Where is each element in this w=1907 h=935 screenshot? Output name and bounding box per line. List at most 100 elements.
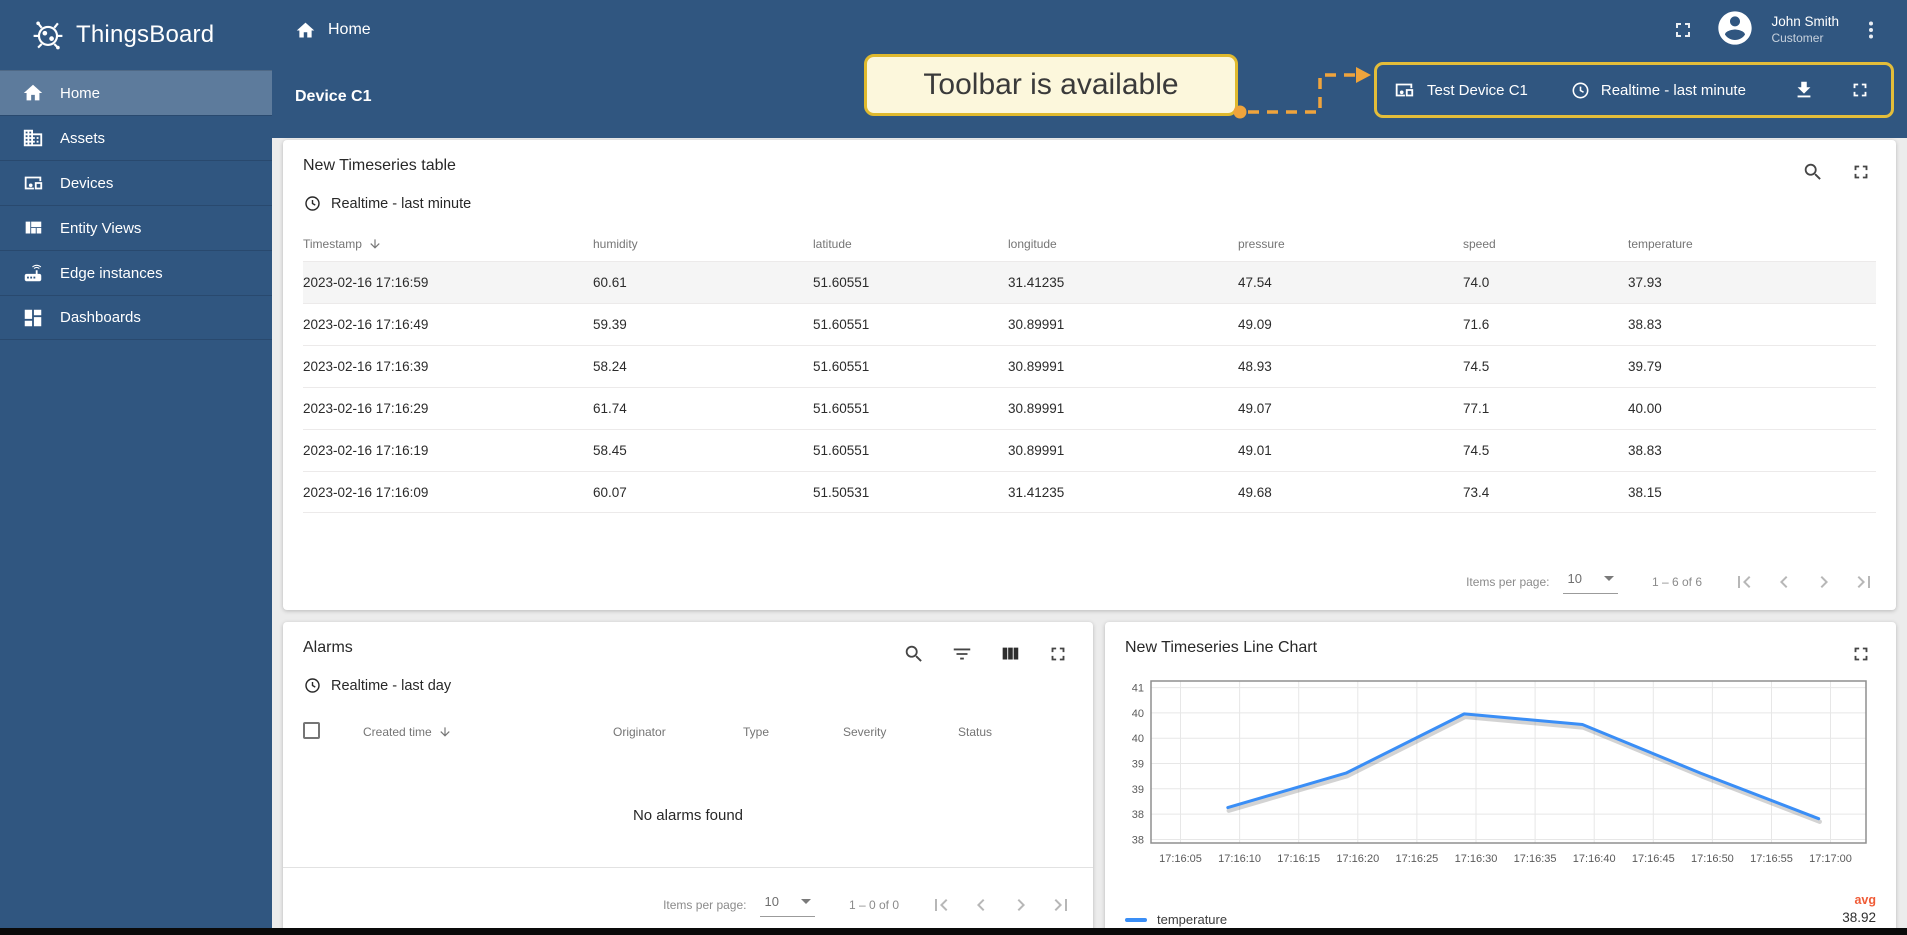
- widget-timewindow[interactable]: Realtime - last minute: [283, 187, 1896, 213]
- next-page-button[interactable]: [1812, 570, 1836, 594]
- fullscreen-icon: [1850, 643, 1872, 665]
- cell-temperature: 38.83: [1628, 317, 1876, 332]
- page-range-label: 1 – 0 of 0: [849, 898, 899, 912]
- column-header-longitude[interactable]: longitude: [1008, 237, 1238, 251]
- svg-text:38: 38: [1132, 835, 1144, 847]
- fullscreen-icon: [1047, 643, 1069, 665]
- svg-text:17:16:35: 17:16:35: [1514, 853, 1557, 865]
- svg-text:17:16:10: 17:16:10: [1218, 853, 1261, 865]
- sidebar-item-assets[interactable]: Assets: [0, 115, 272, 160]
- cell-longitude: 30.89991: [1008, 317, 1238, 332]
- widget-fullscreen-button[interactable]: [1043, 639, 1073, 669]
- widget-timewindow[interactable]: Realtime - last day: [283, 669, 1093, 695]
- previous-page-button[interactable]: [969, 893, 993, 917]
- cell-temperature: 37.93: [1628, 275, 1876, 290]
- download-icon: [1793, 79, 1815, 101]
- table-row[interactable]: 2023-02-16 17:16:1958.4551.6055130.89991…: [303, 429, 1876, 471]
- select-all-checkbox[interactable]: [303, 722, 320, 739]
- svg-text:38: 38: [1132, 809, 1144, 821]
- last-page-button[interactable]: [1852, 570, 1876, 594]
- cell-longitude: 30.89991: [1008, 401, 1238, 416]
- table-row[interactable]: 2023-02-16 17:16:4959.3951.6055130.89991…: [303, 303, 1876, 345]
- column-header-humidity[interactable]: humidity: [593, 237, 813, 251]
- breadcrumb[interactable]: Home: [295, 20, 371, 41]
- alarm-filter-button[interactable]: [947, 639, 977, 669]
- sidebar-item-label: Assets: [60, 130, 105, 147]
- widget-fullscreen-button[interactable]: [1846, 639, 1876, 669]
- column-header-status[interactable]: Status: [958, 725, 1073, 739]
- thingsboard-logo[interactable]: ThingsBoard: [0, 0, 272, 70]
- first-page-button[interactable]: [929, 893, 953, 917]
- timewindow-button[interactable]: Realtime - last minute: [1570, 80, 1746, 101]
- table-row[interactable]: 2023-02-16 17:16:3958.2451.6055130.89991…: [303, 345, 1876, 387]
- chevron-down-icon: [1604, 576, 1614, 581]
- page-size-value: 10: [1567, 571, 1581, 586]
- cell-humidity: 58.45: [593, 443, 813, 458]
- items-per-page-label: Items per page:: [663, 898, 746, 912]
- toolbar-fullscreen-button[interactable]: [1845, 75, 1875, 105]
- columns-button[interactable]: [995, 639, 1025, 669]
- column-header-timestamp[interactable]: Timestamp: [303, 237, 593, 251]
- toolbar-annotation-text: Toolbar is available: [923, 68, 1178, 102]
- sidebar-item-entity-views[interactable]: Entity Views: [0, 205, 272, 250]
- arrow-down-icon: [368, 237, 382, 251]
- dashboards-icon: [22, 307, 44, 329]
- fullscreen-icon: [1850, 161, 1872, 183]
- first-page-button[interactable]: [1732, 570, 1756, 594]
- assets-icon: [22, 127, 44, 149]
- sidebar-item-label: Entity Views: [60, 220, 141, 237]
- search-button[interactable]: [899, 639, 929, 669]
- search-icon: [1802, 161, 1824, 183]
- cell-temperature: 38.83: [1628, 443, 1876, 458]
- page-size-select[interactable]: 10: [760, 892, 814, 917]
- column-header-originator[interactable]: Originator: [613, 725, 743, 739]
- cell-timestamp: 2023-02-16 17:16:29: [303, 401, 593, 416]
- sidebar-item-devices[interactable]: Devices: [0, 160, 272, 205]
- alarms-header-row: Created timeOriginatorTypeSeverityStatus: [303, 715, 1073, 749]
- export-dashboard-button[interactable]: [1789, 75, 1819, 105]
- sidebar-item-edge-instances[interactable]: Edge instances: [0, 250, 272, 295]
- alarms-widget: Alarms Realtime - last day Created tim: [283, 622, 1093, 935]
- column-header-temperature[interactable]: temperature: [1628, 237, 1876, 251]
- previous-page-button[interactable]: [1772, 570, 1796, 594]
- sidebar-item-dashboards[interactable]: Dashboards: [0, 295, 272, 340]
- sidebar-item-home[interactable]: Home: [0, 70, 272, 115]
- edge-icon: [22, 262, 44, 284]
- table-row[interactable]: 2023-02-16 17:16:5960.6151.6055131.41235…: [303, 261, 1876, 303]
- cell-longitude: 30.89991: [1008, 443, 1238, 458]
- cell-latitude: 51.60551: [813, 317, 1008, 332]
- table-row[interactable]: 2023-02-16 17:16:2961.7451.6055130.89991…: [303, 387, 1876, 429]
- last-page-button[interactable]: [1049, 893, 1073, 917]
- entity-views-icon: [22, 217, 44, 239]
- timeseries-table: Timestamphumiditylatitudelongitudepressu…: [303, 227, 1876, 513]
- sidebar-item-label: Home: [60, 85, 100, 102]
- user-name: John Smith: [1771, 14, 1839, 31]
- column-header-pressure[interactable]: pressure: [1238, 237, 1463, 251]
- more-menu-button[interactable]: [1855, 14, 1887, 46]
- entity-select[interactable]: Test Device C1: [1393, 79, 1528, 101]
- svg-text:39: 39: [1132, 759, 1144, 771]
- fullscreen-toggle-button[interactable]: [1667, 14, 1699, 46]
- edge-icon: [22, 262, 44, 284]
- column-header-latitude[interactable]: latitude: [813, 237, 1008, 251]
- widget-fullscreen-button[interactable]: [1846, 157, 1876, 187]
- search-button[interactable]: [1798, 157, 1828, 187]
- column-header-created-time[interactable]: Created time: [363, 725, 613, 739]
- breadcrumb-label: Home: [328, 21, 371, 39]
- page-size-select[interactable]: 10: [1563, 569, 1617, 594]
- svg-text:17:16:20: 17:16:20: [1336, 853, 1379, 865]
- cell-pressure: 49.68: [1238, 485, 1463, 500]
- column-header-type[interactable]: Type: [743, 725, 843, 739]
- aggregation-value: 38.92: [1842, 909, 1876, 927]
- table-row[interactable]: 2023-02-16 17:16:0960.0751.5053131.41235…: [303, 471, 1876, 513]
- cell-pressure: 49.07: [1238, 401, 1463, 416]
- legend-item-temperature[interactable]: temperature: [1125, 912, 1227, 927]
- device-icon: [1393, 79, 1415, 101]
- column-header-speed[interactable]: speed: [1463, 237, 1628, 251]
- user-avatar[interactable]: [1715, 8, 1755, 53]
- cell-longitude: 31.41235: [1008, 275, 1238, 290]
- next-page-button[interactable]: [1009, 893, 1033, 917]
- thingsboard-dashboard-screen: ThingsBoard Home Assets Devices Entity View…: [0, 0, 1907, 935]
- column-header-severity[interactable]: Severity: [843, 725, 958, 739]
- cell-speed: 74.5: [1463, 359, 1628, 374]
